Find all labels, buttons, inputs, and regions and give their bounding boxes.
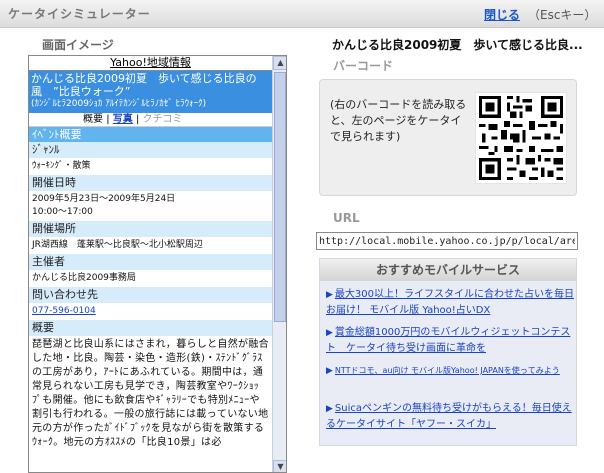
event-title-block: かんじる比良2009初夏 歩いて感じる比良の風 ”比良ウォーク” (ｶﾝｼﾞﾙﾋ… <box>29 71 272 113</box>
phone-tabs: 概要 | 写真 | クチコミ <box>29 113 272 127</box>
field-date-label: 開催日時 <box>29 175 272 191</box>
service-link[interactable]: Suicaペンギンの無料待ち受けがもらえる！毎日使えるケータイサイト「ヤフー・ス… <box>326 403 572 430</box>
service-item[interactable]: ▶ Suicaペンギンの無料待ち受けがもらえる！毎日使えるケータイサイト「ヤフー・… <box>326 401 574 433</box>
field-venue-value: JR湖西線 蓬莱駅～比良駅～北小松駅周辺 <box>32 240 203 250</box>
arrow-right-icon: ▶ <box>326 328 333 338</box>
site-title-bar: Yahoo!地域情報 <box>29 56 272 71</box>
top-bar: ケータイシミュレーター 閉じる （Escキー） <box>0 0 604 28</box>
arrow-right-icon: ▶ <box>326 404 333 414</box>
field-organizer-value: かんじる比良2009事務局 <box>32 273 136 283</box>
barcode-label: バーコード <box>333 59 394 73</box>
site-title-link[interactable]: Yahoo!地域情報 <box>110 56 191 69</box>
summary-text: 琵琶湖と比良山系にはさまれ，暮らしと自然が融合した地・比良。陶芸・染色・造形(鉄… <box>32 339 269 448</box>
field-venue-label: 開催場所 <box>29 221 272 237</box>
services-title: おすすめモバイルサービス <box>320 259 576 281</box>
tab-overview[interactable]: 概要 <box>83 114 103 125</box>
qr-code-icon <box>475 92 567 184</box>
time-range: 10:00～17:00 <box>32 207 93 217</box>
url-field[interactable] <box>316 232 578 250</box>
field-genre-label: ｼﾞｬﾝﾙ <box>29 142 272 158</box>
event-title: かんじる比良2009初夏 歩いて感じる比良の風 ”比良ウォーク” <box>31 72 257 98</box>
scroll-thumb[interactable] <box>274 72 286 322</box>
service-item[interactable]: ▶ 賞金総額1000万円のモバイルウィジェットコンテスト ケータイ待ち受け画面に革… <box>326 325 574 357</box>
scroll-down-icon[interactable]: ▼ <box>273 460 286 472</box>
phone-content: Yahoo!地域情報 かんじる比良2009初夏 歩いて感じる比良の風 ”比良ウォ… <box>29 56 272 472</box>
service-link[interactable]: 賞金総額1000万円のモバイルウィジェットコンテスト ケータイ待ち受け画面に革命… <box>326 327 570 354</box>
esc-hint: （Escキー） <box>528 8 597 22</box>
url-label: URL <box>333 211 360 225</box>
preview-label: 画面イメージ <box>42 38 114 52</box>
phone-preview: Yahoo!地域情報 かんじる比良2009初夏 歩いて感じる比良の風 ”比良ウォ… <box>28 55 287 473</box>
app-title: ケータイシミュレーター <box>8 7 151 21</box>
scroll-up-icon[interactable]: ▲ <box>273 56 286 70</box>
close-link[interactable]: 閉じる <box>484 6 520 23</box>
barcode-panel: (右のバーコードを読み取ると、左のページをケータイで見られます) <box>319 79 577 196</box>
tab-reviews[interactable]: クチコミ <box>143 114 183 125</box>
page-title: かんじる比良2009初夏 歩いて感じる比良... <box>332 38 583 52</box>
tab-photos[interactable]: 写真 <box>113 114 133 125</box>
phone-scrollbar[interactable]: ▲ ▼ <box>272 56 286 472</box>
arrow-right-icon: ▶ <box>326 366 333 376</box>
contact-phone-link[interactable]: 077-596-0104 <box>29 303 272 320</box>
event-title-kana: (ｶﾝｼﾞﾙﾋﾗ2009ｼｮｶ ｱﾙｲﾃｶﾝｼﾞﾙﾋﾗﾉｶｾﾞ ﾋﾗｳｫｰｸ) <box>31 99 207 109</box>
barcode-instructions: (右のバーコードを読み取ると、左のページをケータイで見られます) <box>330 98 467 143</box>
service-item[interactable]: ▶ 最大300以上！ライフスタイルに合わせた占いを毎日お届け！ モバイル版 Yah… <box>326 287 574 319</box>
section-event-overview: ｲﾍﾞﾝﾄ概要 <box>29 127 272 142</box>
field-date-value: 2009年5月23日～2009年5月24日 10:00～17:00 <box>29 191 272 221</box>
services-panel: おすすめモバイルサービス ▶ 最大300以上！ライフスタイルに合わせた占いを毎日お… <box>319 258 577 446</box>
field-contact-label: 問い合わせ先 <box>29 287 272 303</box>
service-item[interactable]: ▶ NTTドコモ、au向け モバイル版Yahoo! JAPANを使ってみよう <box>326 363 574 379</box>
arrow-right-icon: ▶ <box>326 290 333 300</box>
date-range: 2009年5月23日～2009年5月24日 <box>32 194 176 204</box>
field-genre-value: ｳｫｰｷﾝｸﾞ・散策 <box>32 161 91 171</box>
service-link[interactable]: 最大300以上！ライフスタイルに合わせた占いを毎日お届け！ モバイル版 Yaho… <box>326 289 574 316</box>
field-organizer-label: 主催者 <box>29 254 272 270</box>
summary-label: 概要 <box>29 320 272 336</box>
service-link[interactable]: NTTドコモ、au向け モバイル版Yahoo! JAPANを使ってみよう <box>335 366 560 375</box>
